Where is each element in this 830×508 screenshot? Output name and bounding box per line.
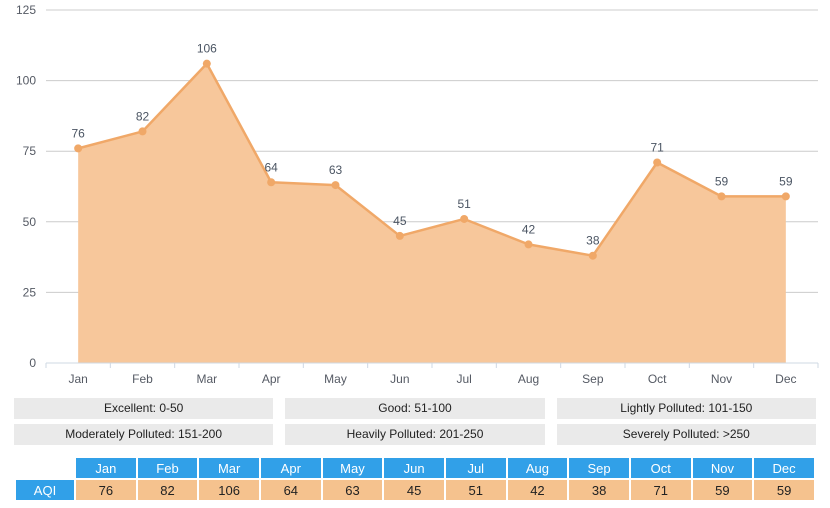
- table-col-header-jun: Jun: [384, 458, 444, 478]
- table-cell-aqi-nov: 59: [692, 480, 753, 500]
- point-label-may: 63: [329, 163, 343, 177]
- table-col-header-mar: Mar: [199, 458, 259, 478]
- table-cell-aqi-mar: 106: [199, 480, 259, 500]
- aqi-category-legend: Excellent: 0-50 Good: 51-100 Lightly Pol…: [14, 398, 816, 450]
- legend-item-moderately-polluted[interactable]: Moderately Polluted: 151-200: [14, 424, 274, 445]
- x-axis-tick-jul: Jul: [456, 372, 471, 386]
- data-point-apr[interactable]: [267, 178, 276, 187]
- table-col-header-dec: Dec: [754, 458, 814, 478]
- table-col-header-sep: Sep: [569, 458, 629, 478]
- data-point-dec[interactable]: [781, 192, 790, 201]
- y-axis-tick-125: 125: [16, 3, 36, 17]
- legend-item-severely-polluted[interactable]: Severely Polluted: >250: [556, 424, 816, 445]
- x-axis-tick-nov: Nov: [711, 372, 732, 386]
- table-cell-aqi-may: 63: [322, 480, 383, 500]
- y-axis-tick-25: 25: [23, 285, 37, 299]
- y-axis-tick-0: 0: [29, 356, 36, 370]
- table-header-row: Jan Feb Mar Apr May Jun Jul Aug Sep Oct Nov Dec: [16, 458, 814, 478]
- x-axis-tick-aug: Aug: [518, 372, 539, 386]
- table-col-header-apr: Apr: [260, 458, 321, 478]
- point-label-jul: 51: [457, 197, 471, 211]
- data-point-may[interactable]: [331, 181, 340, 190]
- x-axis-tick-sep: Sep: [582, 372, 604, 386]
- point-label-feb: 82: [136, 109, 150, 123]
- chart-canvas: 0 25 50 75 100 125 76 82 106 64 63 45 51 42 38 71 59 59 Ja…: [16, 3, 819, 386]
- table-cell-aqi-dec: 59: [754, 480, 814, 500]
- table-col-header-jan: Jan: [76, 458, 136, 478]
- aqi-data-table: Jan Feb Mar Apr May Jun Jul Aug Sep Oct Nov Dec AQI…: [14, 456, 816, 502]
- table-col-header-aug: Aug: [507, 458, 568, 478]
- y-axis-tick-75: 75: [23, 144, 37, 158]
- point-label-sep: 38: [586, 234, 600, 248]
- point-label-aug: 42: [522, 222, 536, 236]
- point-label-mar: 106: [197, 42, 217, 56]
- x-axis-tick-oct: Oct: [648, 372, 667, 386]
- table-col-header-feb: Feb: [137, 458, 198, 478]
- point-label-apr: 64: [264, 160, 278, 174]
- data-point-oct[interactable]: [653, 158, 662, 167]
- table-col-header-may: May: [322, 458, 383, 478]
- legend-item-lightly-polluted[interactable]: Lightly Polluted: 101-150: [556, 398, 816, 419]
- x-axis-tick-mar: Mar: [196, 372, 217, 386]
- point-label-dec: 59: [779, 174, 793, 188]
- point-label-oct: 71: [650, 140, 664, 154]
- table-cell-aqi-aug: 42: [507, 480, 568, 500]
- table-cell-aqi-jan: 76: [76, 480, 136, 500]
- y-axis-tick-100: 100: [16, 74, 36, 88]
- point-label-jun: 45: [393, 214, 407, 228]
- data-point-jun[interactable]: [395, 231, 404, 240]
- data-point-aug[interactable]: [524, 240, 533, 249]
- data-point-mar[interactable]: [202, 59, 211, 68]
- point-label-jan: 76: [71, 126, 85, 140]
- legend-item-heavily-polluted[interactable]: Heavily Polluted: 201-250: [285, 424, 545, 445]
- table-corner-cell: [16, 458, 74, 478]
- legend-row-1: Excellent: 0-50 Good: 51-100 Lightly Pol…: [14, 398, 816, 419]
- data-point-jan[interactable]: [74, 144, 83, 153]
- legend-item-good[interactable]: Good: 51-100: [285, 398, 545, 419]
- x-axis-tick-feb: Feb: [132, 372, 153, 386]
- table-row-label-aqi: AQI: [16, 480, 74, 500]
- table-row: AQI 76 82 106 64 63 45 51 42 38 71 59 59: [16, 480, 814, 500]
- area-fill: [78, 63, 786, 363]
- point-label-nov: 59: [715, 174, 729, 188]
- table-cell-aqi-sep: 38: [569, 480, 629, 500]
- table-cell-aqi-oct: 71: [630, 480, 691, 500]
- table-cell-aqi-apr: 64: [260, 480, 321, 500]
- data-point-sep[interactable]: [588, 251, 597, 260]
- legend-row-2: Moderately Polluted: 151-200 Heavily Pol…: [14, 424, 816, 445]
- table-cell-aqi-jun: 45: [384, 480, 444, 500]
- x-axis-tick-dec: Dec: [775, 372, 796, 386]
- legend-item-excellent[interactable]: Excellent: 0-50: [14, 398, 274, 419]
- x-axis-tick-jan: Jan: [68, 372, 87, 386]
- data-point-jul[interactable]: [460, 214, 469, 223]
- table-cell-aqi-feb: 82: [137, 480, 198, 500]
- table-col-header-jul: Jul: [445, 458, 506, 478]
- table-col-header-nov: Nov: [692, 458, 753, 478]
- x-axis-tick-may: May: [324, 372, 347, 386]
- table-col-header-oct: Oct: [630, 458, 691, 478]
- y-axis-tick-50: 50: [23, 215, 37, 229]
- data-point-feb[interactable]: [138, 127, 147, 136]
- table-cell-aqi-jul: 51: [445, 480, 506, 500]
- data-point-nov[interactable]: [717, 192, 726, 201]
- x-axis-tick-jun: Jun: [390, 372, 409, 386]
- aqi-area-chart: 0 25 50 75 100 125 76 82 106 64 63 45 51 42 38 71 59 59 Ja…: [0, 0, 830, 392]
- x-axis-tick-apr: Apr: [262, 372, 281, 386]
